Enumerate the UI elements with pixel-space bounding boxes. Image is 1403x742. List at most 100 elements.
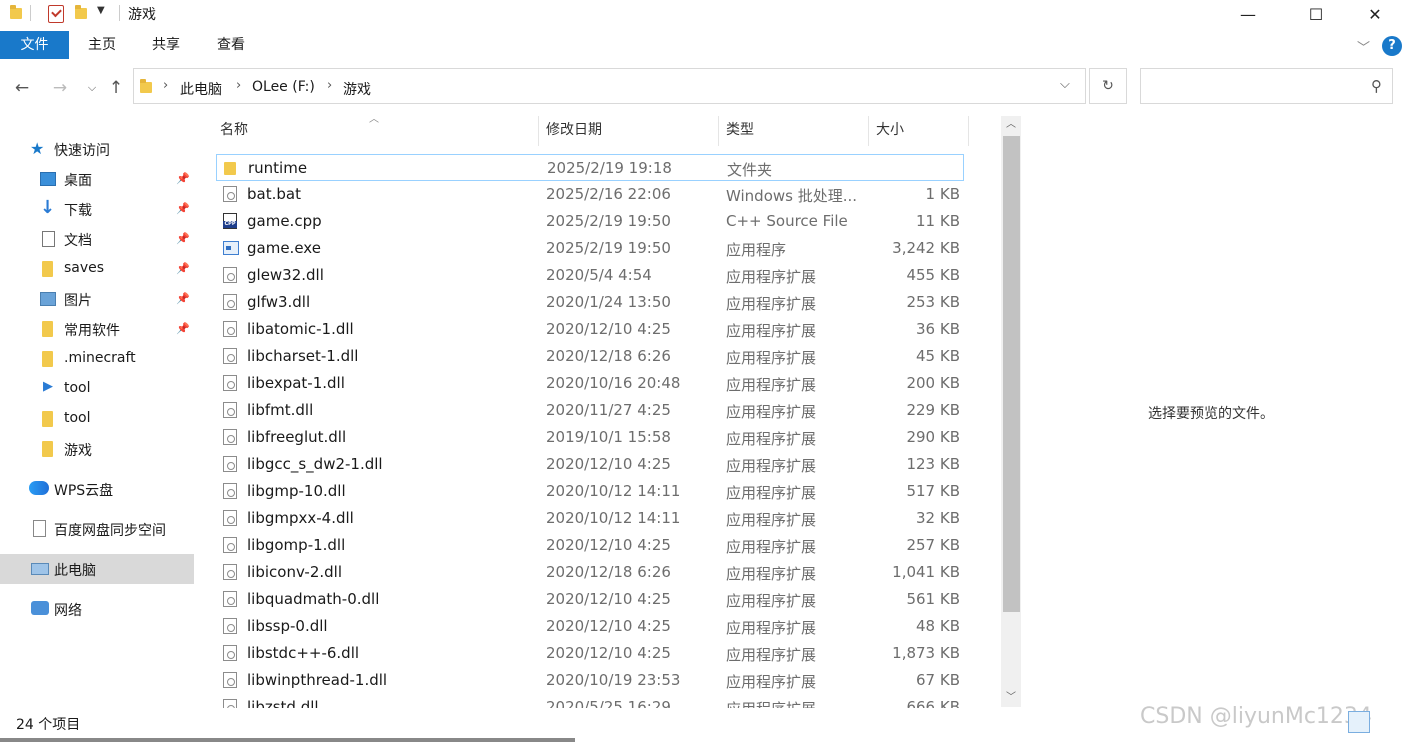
file-size: 36 KB — [916, 320, 960, 338]
file-size: 67 KB — [916, 671, 960, 689]
refresh-icon[interactable]: ↻ — [1089, 68, 1127, 104]
file-type: 应用程序扩展 — [726, 646, 817, 664]
file-name: libgomp-1.dll — [247, 536, 346, 554]
file-size: 1 KB — [925, 185, 960, 203]
file-type: 应用程序扩展 — [726, 538, 817, 556]
file-type: 文件夹 — [727, 161, 773, 179]
expand-ribbon-icon[interactable]: ﹀ — [1357, 37, 1370, 56]
search-icon: ⚲ — [1371, 77, 1382, 95]
table-row[interactable]: libfmt.dll 2020/11/27 4:25 应用程序扩展 229 KB — [216, 397, 964, 424]
table-row[interactable]: libexpat-1.dll 2020/10/16 20:48 应用程序扩展 200 … — [216, 370, 964, 397]
file-type: 应用程序扩展 — [726, 322, 817, 340]
file-date: 2025/2/19 19:18 — [547, 159, 672, 177]
file-date: 2020/12/10 4:25 — [546, 536, 671, 554]
search-input[interactable]: ⚲ — [1140, 68, 1393, 104]
table-row[interactable]: libatomic-1.dll 2020/12/10 4:25 应用程序扩展 36 K… — [216, 316, 964, 343]
table-row[interactable]: libgomp-1.dll 2020/12/10 4:25 应用程序扩展 257 KB — [216, 532, 964, 559]
file-size: 123 KB — [906, 455, 960, 473]
file-date: 2020/12/18 6:26 — [546, 563, 671, 581]
table-row[interactable]: bat.bat 2025/2/16 22:06 Windows 批处理... 1 KB — [216, 181, 964, 208]
scrollbar-thumb[interactable] — [1003, 136, 1020, 612]
file-type: 应用程序扩展 — [726, 376, 817, 394]
scroll-up-icon[interactable]: ︿ — [1001, 116, 1021, 134]
close-button[interactable]: ✕ — [1352, 0, 1398, 28]
file-type: 应用程序扩展 — [726, 698, 816, 708]
file-size: 290 KB — [906, 428, 960, 446]
table-row[interactable]: libwinpthread-1.dll 2020/10/19 23:53 应用程序扩… — [216, 667, 964, 694]
file-icon — [223, 564, 237, 580]
file-icon — [223, 402, 237, 418]
table-row[interactable]: glfw3.dll 2020/1/24 13:50 应用程序扩展 253 KB — [216, 289, 964, 316]
file-type: 应用程序 — [726, 241, 787, 259]
scroll-down-icon[interactable]: ﹀ — [1001, 689, 1021, 707]
file-name: libgcc_s_dw2-1.dll — [247, 455, 383, 473]
table-row[interactable]: libzstd.dll 2020/5/25 16:29 应用程序扩展 666 KB — [216, 694, 964, 708]
file-name: libssp-0.dll — [247, 617, 328, 635]
table-row[interactable]: game.cpp 2025/2/19 19:50 C++ Source File 11… — [216, 208, 964, 235]
file-size: 11 KB — [916, 212, 960, 230]
table-row[interactable]: libgcc_s_dw2-1.dll 2020/12/10 4:25 应用程序扩展 1… — [216, 451, 964, 478]
file-date: 2020/12/18 6:26 — [546, 347, 671, 365]
help-icon[interactable]: ? — [1382, 36, 1402, 56]
minimize-button[interactable]: — — [1225, 0, 1271, 28]
table-row[interactable]: glew32.dll 2020/5/4 4:54 应用程序扩展 455 KB — [216, 262, 964, 289]
file-name: libgmpxx-4.dll — [247, 509, 354, 527]
file-name: libfreeglut.dll — [247, 428, 347, 446]
file-type: 应用程序扩展 — [726, 268, 817, 286]
table-row[interactable]: libstdc++-6.dll 2020/12/10 4:25 应用程序扩展 1,87… — [216, 640, 964, 667]
table-row[interactable]: libiconv-2.dll 2020/12/18 6:26 应用程序扩展 1,041… — [216, 559, 964, 586]
file-icon — [223, 267, 237, 283]
table-row[interactable]: libgmp-10.dll 2020/10/12 14:11 应用程序扩展 517 K… — [216, 478, 964, 505]
details-view-icon[interactable] — [1348, 711, 1370, 733]
file-name: libstdc++-6.dll — [247, 644, 360, 662]
file-size: 3,242 KB — [892, 239, 960, 257]
table-row[interactable]: libcharset-1.dll 2020/12/18 6:26 应用程序扩展 45 … — [216, 343, 964, 370]
file-name: glew32.dll — [247, 266, 324, 284]
file-name: libatomic-1.dll — [247, 320, 354, 338]
file-name: libgmp-10.dll — [247, 482, 346, 500]
file-type: 应用程序扩展 — [726, 484, 817, 502]
file-date: 2020/11/27 4:25 — [546, 401, 671, 419]
file-name: libwinpthread-1.dll — [247, 671, 388, 689]
table-row[interactable]: runtime 2025/2/19 19:18 文件夹 — [216, 154, 964, 181]
file-icon — [223, 699, 237, 708]
file-type: 应用程序扩展 — [726, 457, 817, 475]
file-icon — [223, 591, 237, 607]
table-row[interactable]: libfreeglut.dll 2019/10/1 15:58 应用程序扩展 290 … — [216, 424, 964, 451]
file-size: 1,041 KB — [892, 563, 960, 581]
table-row[interactable]: libssp-0.dll 2020/12/10 4:25 应用程序扩展 48 KB — [216, 613, 964, 640]
file-date: 2020/12/10 4:25 — [546, 320, 671, 338]
file-date: 2020/5/4 4:54 — [546, 266, 652, 284]
file-type: 应用程序扩展 — [726, 565, 817, 583]
file-date: 2025/2/19 19:50 — [546, 239, 671, 257]
file-type: 应用程序扩展 — [726, 619, 817, 637]
table-row[interactable]: libgmpxx-4.dll 2020/10/12 14:11 应用程序扩展 32 K… — [216, 505, 964, 532]
file-date: 2020/12/10 4:25 — [546, 617, 671, 635]
file-type: 应用程序扩展 — [726, 511, 817, 529]
file-size: 455 KB — [906, 266, 960, 284]
file-icon — [223, 321, 237, 337]
table-row[interactable]: game.exe 2025/2/19 19:50 应用程序 3,242 KB — [216, 235, 964, 262]
cpp-file-icon — [223, 213, 237, 229]
file-date: 2020/10/19 23:53 — [546, 671, 681, 689]
file-icon — [223, 672, 237, 688]
file-size: 32 KB — [916, 509, 960, 527]
watermark: CSDN @liyunMc1234 — [1140, 704, 1372, 729]
file-date: 2020/10/16 20:48 — [546, 374, 681, 392]
file-size: 561 KB — [906, 590, 960, 608]
file-name: glfw3.dll — [247, 293, 311, 311]
file-name: libiconv-2.dll — [247, 563, 343, 581]
address-dropdown-icon[interactable]: ⌵ — [1060, 77, 1070, 92]
maximize-button[interactable]: ☐ — [1293, 0, 1339, 28]
file-type: 应用程序扩展 — [726, 349, 817, 367]
file-type: 应用程序扩展 — [726, 403, 817, 421]
file-date: 2020/5/25 16:29 — [546, 698, 671, 708]
taskbar-edge — [0, 738, 575, 742]
large-icons-view-icon[interactable] — [1376, 711, 1398, 733]
table-row[interactable]: libquadmath-0.dll 2020/12/10 4:25 应用程序扩展 56… — [216, 586, 964, 613]
file-size: 253 KB — [906, 293, 960, 311]
file-icon — [223, 510, 237, 526]
file-icon — [223, 618, 237, 634]
file-type: 应用程序扩展 — [726, 430, 817, 448]
file-icon — [223, 348, 237, 364]
